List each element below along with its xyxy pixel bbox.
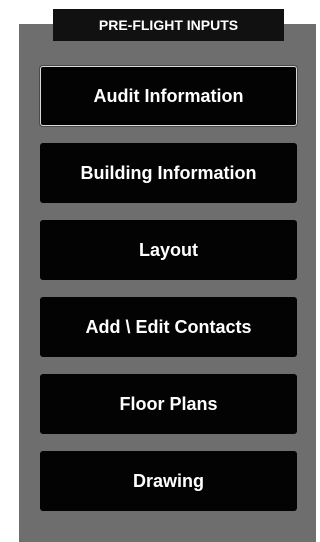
panel-title: PRE-FLIGHT INPUTS xyxy=(53,9,284,41)
add-edit-contacts-button[interactable]: Add \ Edit Contacts xyxy=(40,297,297,357)
audit-information-button[interactable]: Audit Information xyxy=(40,66,297,126)
drawing-button[interactable]: Drawing xyxy=(40,451,297,511)
layout-button[interactable]: Layout xyxy=(40,220,297,280)
building-information-button[interactable]: Building Information xyxy=(40,143,297,203)
floor-plans-button[interactable]: Floor Plans xyxy=(40,374,297,434)
